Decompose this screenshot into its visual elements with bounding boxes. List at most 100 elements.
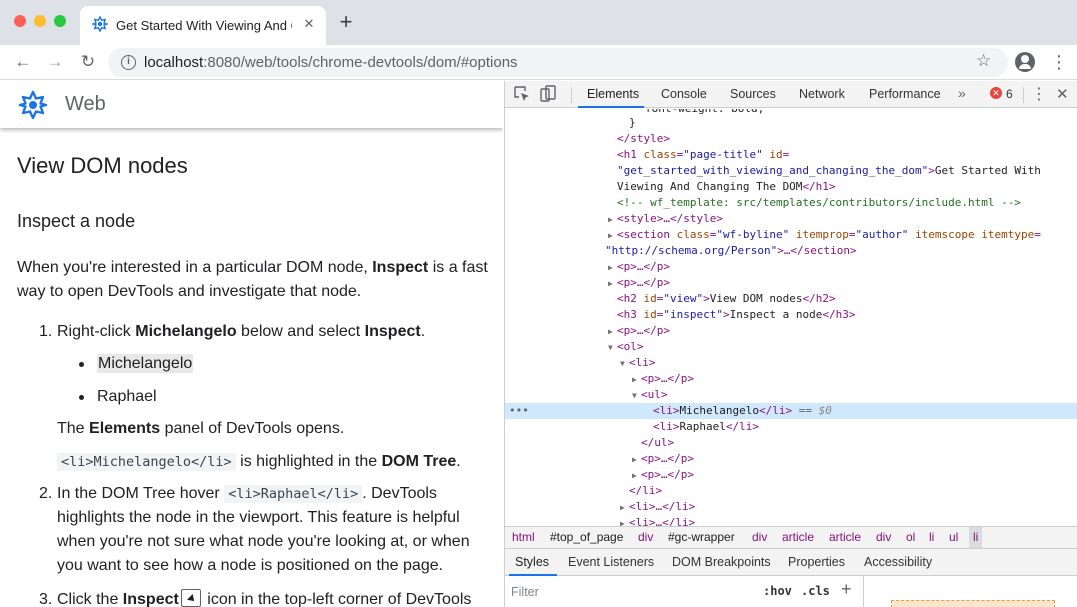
expand-triangle-icon[interactable]: ▶ — [632, 452, 641, 468]
new-tab-button[interactable]: + — [336, 11, 356, 33]
collapse-triangle-icon[interactable]: ▼ — [632, 388, 641, 404]
dom-line[interactable]: ▶ <p>…</p> — [505, 323, 1077, 339]
breadcrumb-item[interactable]: li — [929, 527, 934, 548]
back-button[interactable]: ← — [12, 51, 34, 73]
tab-elements[interactable]: Elements — [587, 87, 639, 101]
expand-triangle-icon[interactable]: ▶ — [620, 500, 629, 516]
profile-avatar-icon[interactable] — [1015, 52, 1035, 72]
tab-sources[interactable]: Sources — [730, 87, 776, 101]
dom-line[interactable]: <li>Raphael</li> — [505, 419, 1077, 435]
dom-line[interactable]: ▼ <ol> — [505, 339, 1077, 355]
node-actions-icon[interactable]: ••• — [509, 403, 529, 419]
breadcrumb-item[interactable]: article — [829, 527, 861, 548]
dom-line[interactable]: Viewing And Changing The DOM</h1> — [505, 179, 1077, 195]
breadcrumb-item[interactable]: div — [752, 527, 767, 548]
close-devtools-icon[interactable]: ✕ — [1056, 85, 1069, 103]
dom-line[interactable]: </ul> — [505, 435, 1077, 451]
subtab-accessibility[interactable]: Accessibility — [864, 555, 932, 569]
dom-line[interactable]: ▶ <section class="wf-byline" itemprop="au… — [505, 227, 1077, 243]
tab-console[interactable]: Console — [661, 87, 707, 101]
dom-line[interactable]: </style> — [505, 131, 1077, 147]
dom-line[interactable]: ▶ <style>…</style> — [505, 211, 1077, 227]
dom-line[interactable]: <h3 id="inspect">Inspect a node</h3> — [505, 307, 1077, 323]
collapse-triangle-icon[interactable]: ▼ — [608, 340, 617, 356]
pane-divider[interactable] — [863, 576, 864, 607]
subtab-properties[interactable]: Properties — [788, 555, 845, 569]
collapse-triangle-icon[interactable]: ▼ — [620, 356, 629, 372]
error-icon[interactable]: ✕ — [990, 87, 1002, 99]
web-logo-icon[interactable] — [18, 90, 48, 120]
dom-line[interactable]: <!-- wf_template: src/templates/contribu… — [505, 195, 1077, 211]
devtools-menu-icon[interactable]: ⋮ — [1031, 84, 1047, 104]
breadcrumb-item[interactable]: article — [782, 527, 814, 548]
dom-attr-name: itemprop — [795, 228, 849, 241]
window-zoom-button[interactable] — [54, 15, 66, 27]
toolbar-divider — [1023, 87, 1024, 103]
dom-tag: <style>…</style> — [617, 212, 723, 225]
subtab-dom-breakpoints[interactable]: DOM Breakpoints — [672, 555, 771, 569]
dom-line[interactable]: ▶ <li>…</li> — [505, 515, 1077, 526]
breadcrumb-item[interactable]: div — [876, 527, 891, 548]
error-count[interactable]: 6 — [1006, 87, 1013, 101]
expand-triangle-icon[interactable]: ▶ — [608, 212, 617, 228]
site-name[interactable]: Web — [65, 93, 106, 116]
reload-button[interactable]: ↻ — [77, 51, 99, 73]
url-text[interactable]: localhost:8080/web/tools/chrome-devtools… — [144, 54, 518, 71]
list-item[interactable]: Michelangelo — [97, 352, 194, 376]
michelangelo-item[interactable]: Michelangelo — [97, 354, 194, 373]
breadcrumb-item-active[interactable]: li — [969, 527, 983, 548]
dom-line[interactable]: ▶ <p>…</p> — [505, 371, 1077, 387]
dom-line[interactable]: ▶ <p>…</p> — [505, 275, 1077, 291]
expand-triangle-icon[interactable]: ▶ — [608, 276, 617, 292]
dom-line[interactable]: ▶ <p>…</p> — [505, 259, 1077, 275]
browser-menu-icon[interactable]: ⋮ — [1050, 51, 1068, 73]
bookmark-star-icon[interactable]: ☆ — [976, 51, 991, 71]
window-minimize-button[interactable] — [34, 15, 46, 27]
dom-line[interactable]: <h1 class="page-title" id= — [505, 147, 1077, 163]
hover-state-toggle[interactable]: :hov — [763, 584, 792, 598]
breadcrumb-item[interactable]: div — [638, 527, 653, 548]
class-toggle[interactable]: .cls — [801, 584, 830, 598]
new-style-rule-icon[interactable]: + — [841, 579, 852, 600]
forward-button[interactable]: → — [44, 51, 66, 73]
browser-tab-active[interactable]: Get Started With Viewing And Changing th… — [80, 6, 326, 45]
expand-triangle-icon[interactable]: ▶ — [608, 260, 617, 276]
dom-tag: </style> — [617, 132, 670, 145]
dom-line-selected[interactable]: ••• <li>Michelangelo</li> == $0 — [505, 403, 1077, 419]
inspect-element-icon[interactable] — [513, 85, 531, 103]
device-toolbar-icon[interactable] — [539, 85, 557, 103]
dom-line[interactable]: "http://schema.org/Person">…</section> — [505, 243, 1077, 259]
dom-line[interactable]: ▶ <p>…</p> — [505, 467, 1077, 483]
dom-tag: <li>…</li> — [629, 516, 696, 526]
breadcrumb-item[interactable]: ol — [906, 527, 915, 548]
more-tabs-icon[interactable]: » — [958, 85, 966, 101]
dom-line[interactable]: <h2 id="view">View DOM nodes</h2> — [505, 291, 1077, 307]
highlight-a: is highlighted in the — [235, 453, 382, 470]
dom-line[interactable]: </li> — [505, 483, 1077, 499]
address-bar[interactable]: i localhost:8080/web/tools/chrome-devtoo… — [108, 48, 1008, 77]
subtab-event-listeners[interactable]: Event Listeners — [568, 555, 654, 569]
info-icon[interactable]: i — [121, 55, 136, 70]
dom-tag: </li> — [629, 484, 663, 497]
raphael-item[interactable]: Raphael — [97, 385, 157, 409]
expand-triangle-icon[interactable]: ▶ — [632, 372, 641, 388]
breadcrumb-item[interactable]: #top_of_page — [550, 527, 623, 548]
close-tab-icon[interactable]: ✕ — [300, 15, 318, 33]
tab-network[interactable]: Network — [799, 87, 845, 101]
window-close-button[interactable] — [14, 15, 26, 27]
breadcrumb-item[interactable]: html — [512, 527, 535, 548]
expand-triangle-icon[interactable]: ▶ — [608, 228, 617, 244]
dom-line[interactable]: ▶ <li>…</li> — [505, 499, 1077, 515]
expand-triangle-icon[interactable]: ▶ — [620, 516, 629, 526]
breadcrumb-item[interactable]: ul — [949, 527, 958, 548]
dom-line[interactable]: "get_started_with_viewing_and_changing_t… — [505, 163, 1077, 179]
dom-line[interactable]: ▼ <ul> — [505, 387, 1077, 403]
dom-line[interactable]: } — [505, 115, 1077, 131]
subtab-styles[interactable]: Styles — [515, 555, 549, 569]
expand-triangle-icon[interactable]: ▶ — [608, 324, 617, 340]
dom-line[interactable]: ▶ <p>…</p> — [505, 451, 1077, 467]
dom-line[interactable]: ▼ <li> — [505, 355, 1077, 371]
expand-triangle-icon[interactable]: ▶ — [632, 468, 641, 484]
tab-performance[interactable]: Performance — [869, 87, 941, 101]
breadcrumb-item[interactable]: #gc-wrapper — [668, 527, 735, 548]
